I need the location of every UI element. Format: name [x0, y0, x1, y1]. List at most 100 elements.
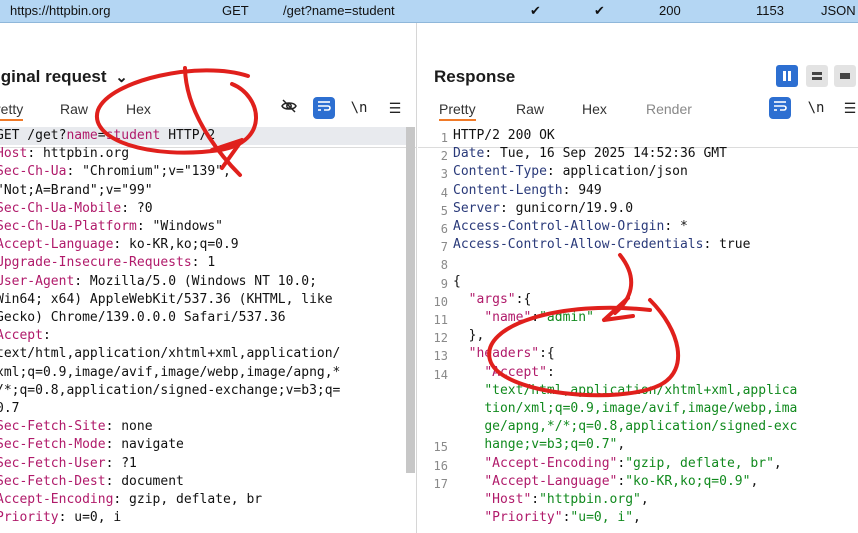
response-tabs: Pretty Raw Hex Render — [418, 101, 858, 125]
history-mime: JSON — [821, 3, 856, 18]
horizontal-view-icon[interactable] — [806, 65, 828, 87]
code-line: Sec-Ch-Ua: "Chromium";v="139", — [0, 163, 412, 181]
code-token: Sec-Ch-Ua — [0, 164, 67, 180]
line-number: 5 — [440, 203, 448, 218]
code-token: : httpbin.org — [27, 146, 130, 162]
code-token: student — [105, 128, 161, 143]
code-line: hange;v=b3;q=0.7", — [453, 436, 797, 454]
wrap-icon[interactable] — [769, 97, 791, 119]
code-line: Date: Tue, 16 Sep 2025 14:52:36 GMT — [453, 145, 797, 163]
line-number: 14 — [433, 367, 448, 382]
tab-hex[interactable]: Hex — [126, 101, 151, 117]
tab-pretty[interactable]: retty — [0, 101, 24, 121]
code-token: , — [773, 455, 782, 471]
line-number: 2 — [440, 149, 448, 164]
code-line: }, — [453, 327, 797, 345]
single-view-icon[interactable] — [834, 65, 856, 87]
code-token: Accept-Language — [0, 237, 114, 253]
tab-raw[interactable]: Raw — [60, 101, 88, 117]
code-line: tion/xml;q=0.9,image/avif,image/webp,ima — [453, 400, 797, 418]
code-token: "u=0, i" — [570, 510, 634, 526]
request-scrollbar[interactable] — [406, 127, 415, 473]
code-token: : — [531, 492, 540, 508]
code-line: { — [453, 273, 797, 291]
tab-raw[interactable]: Raw — [516, 101, 544, 117]
code-line: Sec-Fetch-User: ?1 — [0, 455, 412, 473]
chevron-down-icon[interactable]: ⌄ — [115, 69, 128, 86]
code-token: HTTP/2 200 OK — [453, 128, 555, 143]
code-token: "text/html,application/xhtml+xml,applica — [484, 382, 798, 398]
code-token: "gzip, deflate, br" — [625, 455, 774, 471]
code-token: , — [750, 473, 759, 489]
code-line: Content-Length: 949 — [453, 182, 797, 200]
code-line: "Accept": — [453, 364, 797, 382]
history-check-1: ✔ — [530, 3, 541, 18]
line-number: 15 — [433, 440, 448, 455]
code-line: "text/html,application/xhtml+xml,applica — [453, 382, 797, 400]
line-number: 6 — [440, 222, 448, 237]
history-status: 200 — [659, 3, 681, 18]
code-token: : 949 — [562, 182, 602, 198]
history-method: GET — [222, 3, 249, 18]
code-token: : u=0, i — [58, 510, 122, 526]
code-line: User-Agent: Mozilla/5.0 (Windows NT 10.0… — [0, 273, 412, 291]
line-number: 8 — [440, 258, 448, 273]
code-token: , — [617, 437, 626, 453]
code-token: , — [640, 492, 649, 508]
code-token: /*;q=0.8,application/signed-exchange;v=b… — [0, 382, 341, 398]
code-token: : — [531, 310, 540, 326]
menu-icon[interactable]: ☰ — [839, 97, 858, 119]
code-token: Sec-Ch-Ua-Mobile — [0, 200, 122, 216]
code-token: , — [633, 510, 641, 526]
history-url: /get?name=student — [283, 3, 395, 18]
code-line: Sec-Ch-Ua-Mobile: ?0 — [0, 200, 412, 218]
response-title: Response — [434, 67, 516, 86]
code-token: tion/xml;q=0.9,image/avif,image/webp,ima — [484, 401, 798, 417]
tab-pretty[interactable]: Pretty — [439, 101, 476, 121]
code-token: name — [66, 128, 98, 143]
request-pane: iginal request ⌄ retty Raw Hex \n ☰ GET … — [0, 23, 417, 533]
code-line: "Priority":"u=0, i", — [453, 509, 797, 527]
line-number: 4 — [440, 185, 448, 200]
code-token: "name" — [484, 310, 532, 326]
wrap-icon[interactable] — [313, 97, 335, 119]
code-token: : "Windows" — [136, 219, 223, 235]
code-line: Sec-Fetch-Site: none — [0, 418, 412, 436]
code-line: Accept-Language: ko-KR,ko;q=0.9 — [0, 236, 412, 254]
code-token: Accept — [0, 328, 43, 344]
code-line: Sec-Fetch-Dest: document — [0, 473, 412, 491]
code-token: "Host" — [484, 492, 532, 508]
code-token: HTTP/2 — [160, 128, 216, 143]
line-number: 10 — [433, 294, 448, 309]
code-token: Content-Length — [453, 182, 563, 198]
code-line: Accept: — [0, 327, 412, 345]
code-line: "args":{ — [453, 291, 797, 309]
split-view-icon[interactable] — [776, 65, 798, 87]
response-editor[interactable]: HTTP/2 200 OK Date: Tue, 16 Sep 2025 14:5… — [453, 127, 797, 527]
line-numbers: 1 2 3 4 5 6 7 8 9 10 11 12 13 14 15 16 17 — [418, 129, 448, 493]
newline-icon[interactable]: \n — [348, 97, 370, 119]
code-line: "Host":"httpbin.org", — [453, 491, 797, 509]
menu-icon[interactable]: ☰ — [384, 97, 406, 119]
code-token: Priority — [0, 510, 59, 526]
eye-off-icon[interactable] — [278, 97, 300, 119]
code-token: "Accept" — [484, 364, 547, 380]
code-token: Win64; x64) AppleWebKit/537.36 (KHTML, l… — [0, 291, 333, 307]
code-line: xml;q=0.9,image/avif,image/webp,image/ap… — [0, 364, 412, 382]
code-token: Host — [0, 146, 28, 162]
tab-hex[interactable]: Hex — [582, 101, 607, 117]
tab-render[interactable]: Render — [646, 101, 692, 117]
newline-icon[interactable]: \n — [805, 97, 827, 119]
line-number — [418, 402, 448, 420]
history-row[interactable]: https://httpbin.org GET /get?name=studen… — [0, 0, 858, 23]
request-editor[interactable]: GET /get?name=student HTTP/2Host: httpbi… — [0, 127, 412, 527]
code-line: Access-Control-Allow-Credentials: true — [453, 236, 797, 254]
